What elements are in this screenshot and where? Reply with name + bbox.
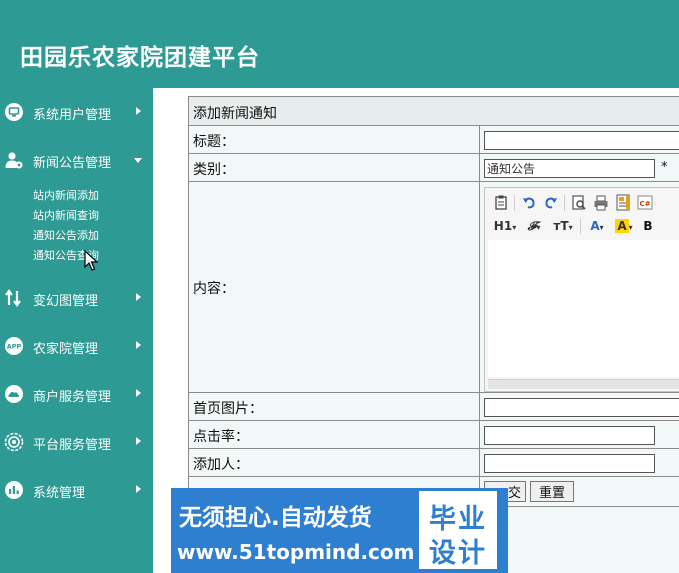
author-label: 添加人： (193, 457, 249, 473)
chevron-right-icon (136, 341, 141, 349)
swap-arrows-icon (5, 289, 21, 307)
rich-text-editor: C# H1▾ 𝓕▾ тT▾ A▾ A ▾ B (484, 187, 679, 392)
sidebar-subitem-notice-add[interactable]: 通知公告添加 (33, 227, 99, 243)
sidebar-item-label: 商户服务管理 (33, 390, 112, 405)
banner-slogan: 无须担心.自动发货 (179, 505, 372, 531)
sidebar-item-merchant-services[interactable]: 商户服务管理 (0, 380, 153, 408)
chevron-right-icon (136, 389, 141, 397)
app-icon: APP (5, 337, 23, 355)
font-color-icon[interactable]: A▾ (586, 215, 608, 237)
content-label: 内容： (193, 281, 235, 297)
sidebar-item-carousel[interactable]: 变幻图管理 (0, 284, 153, 312)
promo-banner: 无须担心.自动发货 www.51topmind.com 毕业 设计 (171, 488, 508, 573)
sidebar-item-label: 农家院管理 (33, 342, 99, 357)
badge-text-2: 设计 (429, 538, 487, 569)
paste-icon[interactable] (492, 192, 510, 214)
chevron-right-icon (136, 293, 141, 301)
sidebar-item-system-management[interactable]: 系统管理 (0, 476, 153, 504)
clicks-label: 点击率： (193, 429, 249, 445)
banner-badge: 毕业 设计 (419, 491, 497, 569)
form-label-cell: 首页图片： (189, 393, 480, 420)
toolbar-separator (564, 195, 565, 211)
sidebar-item-system-users[interactable]: 系统用户管理 (0, 98, 153, 126)
clicks-input[interactable] (484, 426, 655, 445)
form-header-title: 添加新闻通知 (193, 106, 277, 122)
preview-icon[interactable] (570, 192, 588, 214)
editor-resize-handle[interactable] (488, 379, 679, 389)
title-label: 标题： (193, 134, 235, 150)
chart-icon (5, 481, 23, 499)
sidebar: 系统用户管理 新闻公告管理 站内新闻添加 站内新闻查询 通知公告添加 通知公告查… (0, 88, 153, 573)
chevron-right-icon (136, 485, 141, 493)
code-icon[interactable]: C# (636, 192, 654, 214)
redo-icon[interactable] (542, 192, 560, 214)
app-header: 田园乐农家院团建平台 (0, 0, 679, 88)
chevron-down-icon (134, 158, 142, 163)
category-label: 类别： (193, 162, 235, 178)
monitor-icon (5, 103, 23, 121)
form-row-clicks: 点击率： (189, 421, 679, 449)
font-size-icon[interactable]: тT▾ (550, 215, 576, 237)
form-header: 添加新闻通知 (189, 97, 679, 126)
title-input[interactable] (484, 131, 679, 150)
app-title: 田园乐农家院团建平台 (20, 44, 260, 71)
image-input[interactable] (484, 398, 679, 417)
form-label-cell: 类别： (189, 154, 480, 181)
sidebar-item-label: 系统管理 (33, 486, 86, 501)
font-family-icon[interactable]: 𝓕▾ (522, 215, 546, 237)
template-icon[interactable] (614, 192, 632, 214)
mouse-cursor-icon (84, 250, 98, 271)
chevron-right-icon (136, 437, 141, 445)
cloud-icon (5, 385, 23, 403)
user-gear-icon (5, 152, 23, 169)
print-icon[interactable] (592, 192, 610, 214)
form-row-author: 添加人： (189, 449, 679, 477)
gear-icon (4, 432, 24, 452)
category-input[interactable] (484, 159, 655, 178)
image-label: 首页图片： (193, 401, 263, 417)
sidebar-item-label: 变幻图管理 (33, 294, 99, 309)
sidebar-item-news-notices[interactable]: 新闻公告管理 (0, 146, 153, 174)
sidebar-item-platform-services[interactable]: 平台服务管理 (0, 428, 153, 456)
sidebar-item-label: 平台服务管理 (33, 438, 112, 453)
sidebar-item-label: 新闻公告管理 (33, 156, 112, 171)
editor-content-area[interactable] (488, 240, 679, 377)
editor-toolbar-row-2: H1▾ 𝓕▾ тT▾ A▾ A ▾ B (488, 215, 679, 237)
banner-url: www.51topmind.com (177, 540, 415, 564)
editor-toolbar-row-1: C# (488, 192, 679, 214)
form-label-cell: 添加人： (189, 449, 480, 476)
form-row-content: 内容： C# H1▾ 𝓕▾ тT▾ A▾ A ▾ B (189, 182, 679, 393)
toolbar-separator (514, 195, 515, 211)
form-label-cell: 标题： (189, 126, 480, 153)
sidebar-item-farmhouse[interactable]: APP 农家院管理 (0, 332, 153, 360)
required-mark: * (661, 160, 668, 175)
sidebar-subitem-news-add[interactable]: 站内新闻添加 (33, 187, 99, 203)
sidebar-subitem-news-query[interactable]: 站内新闻查询 (33, 207, 99, 223)
sidebar-item-label: 系统用户管理 (33, 108, 112, 123)
bold-icon[interactable]: B (640, 215, 656, 237)
highlight-icon[interactable]: A ▾ (612, 215, 636, 237)
form-row-category: 类别： * (189, 154, 679, 182)
reset-button[interactable]: 重置 (530, 481, 574, 502)
form-label-cell: 点击率： (189, 421, 480, 448)
form-row-title: 标题： (189, 126, 679, 154)
heading-icon[interactable]: H1▾ (492, 215, 518, 237)
chevron-right-icon (136, 107, 141, 115)
svg-text:C#: C# (639, 200, 650, 208)
form-row-image: 首页图片： (189, 393, 679, 421)
undo-icon[interactable] (520, 192, 538, 214)
form-label-cell: 内容： (189, 182, 480, 392)
author-input[interactable] (484, 454, 655, 473)
app-icon-text: APP (7, 343, 22, 351)
toolbar-separator (580, 218, 581, 234)
